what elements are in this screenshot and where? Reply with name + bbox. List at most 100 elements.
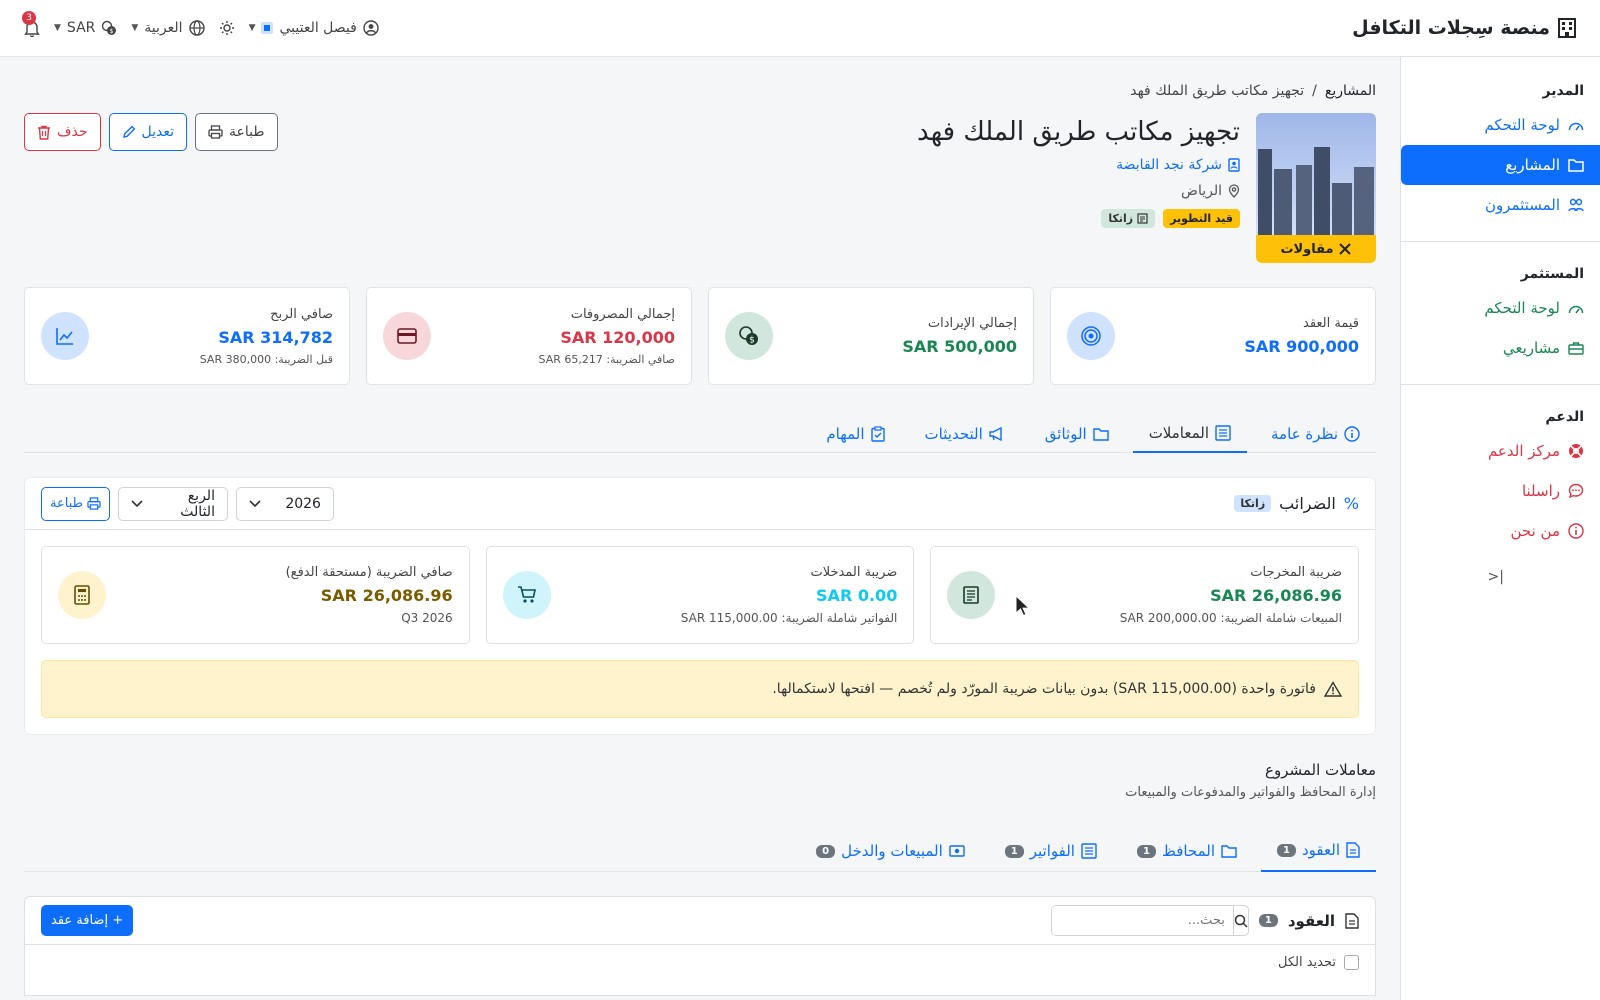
stat-cards: قيمة العقد 900,000 SAR إجمالي الإيرادات … bbox=[24, 287, 1376, 385]
search-input[interactable] bbox=[1051, 906, 1233, 935]
mouse-cursor-icon bbox=[1015, 595, 1031, 617]
chevron-down-icon: ▼ bbox=[248, 23, 256, 33]
file-text-icon bbox=[1345, 912, 1359, 929]
search-icon[interactable] bbox=[1232, 906, 1248, 935]
year-value: 2026 bbox=[285, 495, 321, 512]
currency-switch[interactable]: $ SAR ▼ bbox=[54, 20, 117, 36]
sidebar-item-my-projects[interactable]: مشاريعي bbox=[1401, 328, 1600, 368]
sidebar-item-support-center[interactable]: مركز الدعم bbox=[1401, 431, 1600, 471]
sidebar-section-investor: المستثمر bbox=[1520, 266, 1584, 282]
pencil-icon bbox=[122, 125, 136, 139]
building-icon bbox=[1558, 18, 1576, 38]
user-menu[interactable]: فيصل العتيبي ▼ bbox=[249, 20, 379, 36]
tab-count-badge: 1 bbox=[1277, 843, 1296, 857]
transactions-subtitle: إدارة المحافظ والفواتير والمدفوعات والمب… bbox=[1125, 785, 1376, 800]
edit-label: تعديل bbox=[141, 124, 175, 140]
zatca-label: زاتكا bbox=[1108, 212, 1134, 225]
tab-sales-income[interactable]: المبيعات والدخل 0 bbox=[800, 830, 981, 872]
tab-label: الوثائق bbox=[1044, 425, 1087, 443]
sidebar-section-support: الدعم bbox=[1545, 409, 1584, 425]
breadcrumb-projects-link[interactable]: المشاريع bbox=[1325, 83, 1376, 99]
tax-label: ضريبة المدخلات bbox=[810, 565, 898, 580]
id-card-icon bbox=[1228, 158, 1240, 172]
folder-icon bbox=[1568, 158, 1584, 172]
project-type-badge: مقاولات bbox=[1256, 235, 1376, 263]
notifications-button[interactable]: 3 bbox=[22, 11, 40, 37]
sidebar-item-projects[interactable]: المشاريع bbox=[1401, 145, 1600, 185]
select-all-row: تحديد الكل bbox=[25, 945, 1375, 980]
project-company-link[interactable]: شركة نجد القابضة bbox=[1116, 157, 1240, 173]
input-tax-card: ضريبة المدخلات 0.00 SAR الفواتير شاملة ا… bbox=[485, 546, 915, 644]
tab-label: الفواتير bbox=[1029, 842, 1075, 860]
breadcrumb: المشاريع / تجهيز مكاتب طريق الملك فهد bbox=[24, 83, 1376, 99]
info-circle-icon bbox=[1568, 523, 1584, 539]
stat-label: صافي الربح bbox=[270, 306, 333, 322]
tab-tasks[interactable]: المهام bbox=[810, 415, 900, 453]
sidebar-item-manager-dashboard[interactable]: لوحة التحكم bbox=[1401, 105, 1600, 145]
tab-transactions[interactable]: المعاملات bbox=[1132, 415, 1248, 453]
city-name: الرياض bbox=[1181, 183, 1222, 199]
skyline-image bbox=[1258, 147, 1374, 235]
app-brand[interactable]: منصة سِجلات التكافل bbox=[1352, 17, 1576, 39]
tab-documents[interactable]: الوثائق bbox=[1029, 415, 1125, 453]
project-info: تجهيز مكاتب طريق الملك فهد شركة نجد القا… bbox=[917, 113, 1240, 263]
tab-contracts[interactable]: العقود 1 bbox=[1261, 830, 1376, 872]
clipboard-check-icon bbox=[870, 426, 885, 442]
sidebar-item-investor-dashboard[interactable]: لوحة التحكم bbox=[1401, 288, 1600, 328]
sidebar-item-label: راسلنا bbox=[1521, 482, 1560, 500]
tab-label: المهام bbox=[826, 425, 865, 443]
delete-button[interactable]: حذف bbox=[24, 113, 101, 151]
svg-text:$: $ bbox=[749, 336, 755, 346]
project-location: الرياض bbox=[1181, 183, 1240, 199]
sidebar-item-label: لوحة التحكم bbox=[1484, 299, 1560, 317]
edit-button[interactable]: تعديل bbox=[108, 113, 188, 151]
tab-invoices[interactable]: الفواتير 1 bbox=[989, 830, 1113, 872]
graph-up-icon bbox=[41, 312, 89, 360]
tab-overview[interactable]: نظرة عامة bbox=[1255, 415, 1376, 453]
cart-icon bbox=[502, 571, 551, 619]
company-name: شركة نجد القابضة bbox=[1116, 157, 1222, 173]
stat-subtext: صافي الضريبة: 65,217 SAR bbox=[538, 352, 675, 366]
sidebar-item-label: المشاريع bbox=[1505, 156, 1560, 174]
receipt-icon bbox=[1137, 213, 1148, 224]
stat-label: قيمة العقد bbox=[1303, 316, 1359, 331]
quarter-select[interactable]: الربع الثالث bbox=[117, 486, 228, 521]
tab-label: المبيعات والدخل bbox=[841, 842, 943, 860]
select-all-checkbox[interactable] bbox=[1344, 955, 1359, 970]
sidebar-item-about[interactable]: من نحن bbox=[1401, 511, 1600, 551]
tab-count-badge: 0 bbox=[816, 844, 836, 858]
tab-label: المعاملات bbox=[1148, 424, 1210, 442]
info-circle-icon bbox=[1344, 426, 1360, 442]
contracts-panel: العقود 1 + إضافة عقد تحديد الكل bbox=[24, 896, 1376, 996]
status-badge: قيد التطوير bbox=[1163, 209, 1240, 228]
stat-label: إجمالي الإيرادات bbox=[927, 316, 1017, 331]
taxes-print-button[interactable]: طباعة bbox=[41, 486, 110, 521]
briefcase-icon bbox=[1568, 341, 1584, 355]
project-type-label: مقاولات bbox=[1280, 241, 1334, 257]
add-contract-button[interactable]: + إضافة عقد bbox=[41, 905, 134, 936]
currency-label: SAR bbox=[66, 20, 96, 36]
stat-value: 900,000 SAR bbox=[1244, 337, 1359, 356]
theme-toggle[interactable] bbox=[219, 20, 235, 36]
folder-icon bbox=[1221, 844, 1237, 858]
sidebar-item-label: لوحة التحكم bbox=[1484, 116, 1560, 134]
breadcrumb-separator: / bbox=[1312, 83, 1317, 99]
sidebar-item-contact-us[interactable]: راسلنا bbox=[1401, 471, 1600, 511]
user-circle-icon bbox=[363, 20, 379, 36]
cash-icon bbox=[949, 845, 965, 857]
year-select[interactable]: 2026 bbox=[235, 486, 334, 521]
breadcrumb-current: تجهيز مكاتب طريق الملك فهد bbox=[1130, 83, 1305, 99]
tab-count-badge: 1 bbox=[1004, 844, 1024, 858]
tab-wallets[interactable]: المحافظ 1 bbox=[1121, 830, 1253, 872]
sidebar-collapse-button[interactable]: |< bbox=[1401, 551, 1600, 585]
sidebar-item-investors[interactable]: المستثمرون bbox=[1401, 185, 1600, 225]
chat-icon bbox=[1568, 483, 1584, 499]
project-summary: مقاولات تجهيز مكاتب طريق الملك فهد شركة … bbox=[917, 113, 1376, 263]
chevron-down-icon: ▼ bbox=[54, 23, 61, 33]
project-header: مقاولات تجهيز مكاتب طريق الملك فهد شركة … bbox=[24, 113, 1376, 263]
calculator-icon bbox=[57, 571, 106, 619]
tab-updates[interactable]: التحديثات bbox=[909, 415, 1021, 453]
contracts-header: العقود 1 + إضافة عقد bbox=[25, 897, 1375, 945]
language-switch[interactable]: العربية ▼ bbox=[131, 20, 205, 36]
print-button[interactable]: طباعة bbox=[195, 113, 278, 151]
